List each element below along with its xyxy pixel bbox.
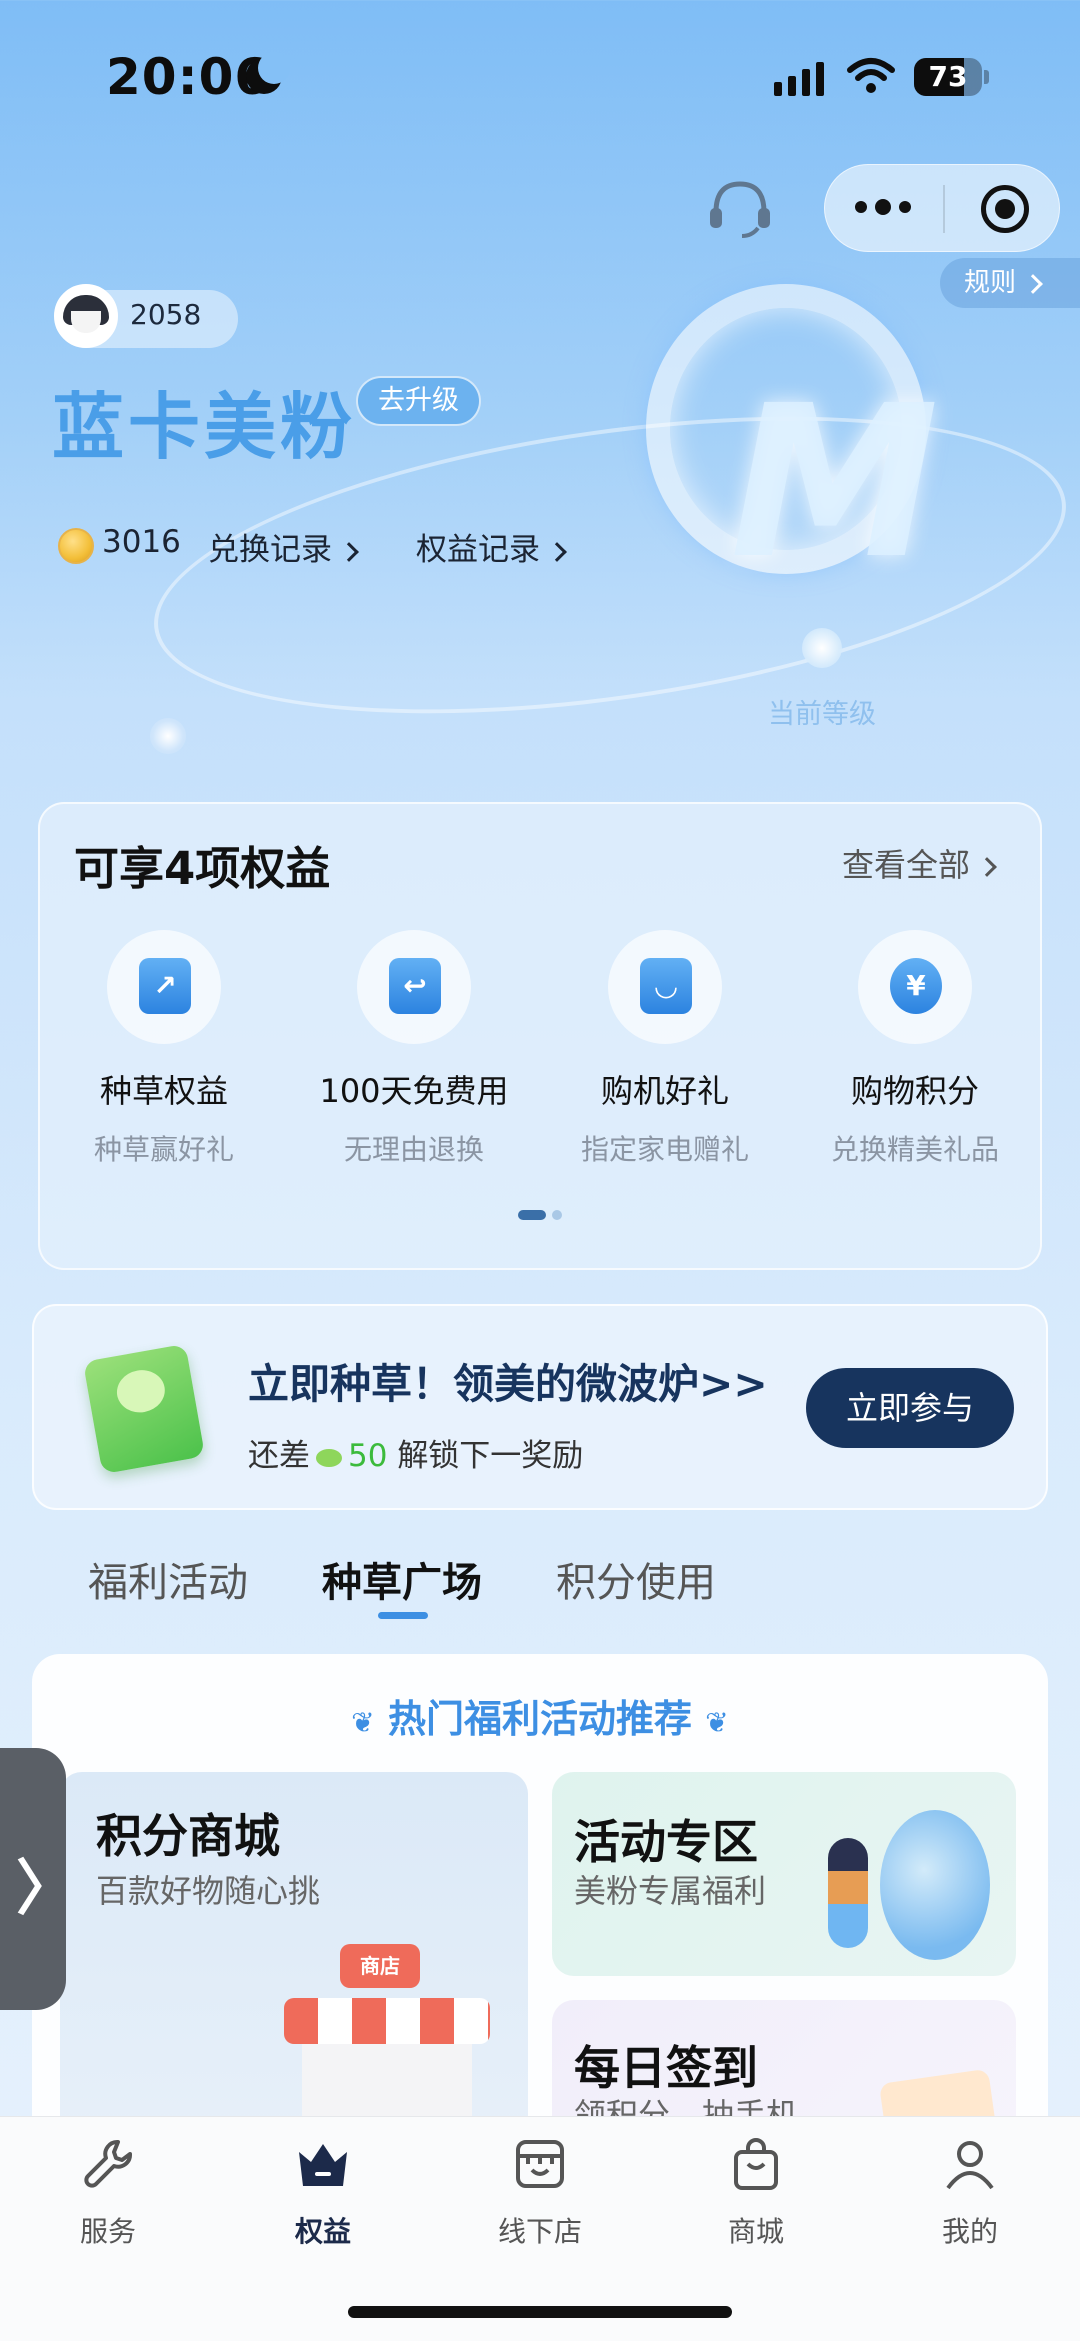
benefit-item-purchase-gift[interactable]: ◡ 购机好礼 指定家电赠礼 — [540, 930, 790, 1168]
tab-welfare[interactable]: 福利活动 — [88, 1550, 248, 1608]
side-expand-handle[interactable]: 〉 — [0, 1748, 76, 2010]
home-indicator — [348, 2306, 732, 2318]
view-all-label: 查看全部 — [842, 846, 971, 884]
battery-percent: 73 — [928, 60, 968, 93]
benefit-desc: 指定家电赠礼 — [580, 1133, 749, 1166]
seed-card-icon — [82, 1343, 206, 1475]
nav-service[interactable]: 服务 — [38, 2134, 178, 2250]
benefit-name: 购物积分 — [850, 1072, 979, 1110]
close-target-icon[interactable] — [981, 185, 1029, 233]
benefit-item-shopping-points[interactable]: ¥ 购物积分 兑换精美礼品 — [790, 930, 1040, 1168]
nav-mall[interactable]: 商城 — [686, 2134, 826, 2250]
promo-sub-value: 50 — [348, 1438, 388, 1474]
coin-icon — [58, 528, 94, 564]
page-dot-active — [518, 1210, 546, 1220]
chevron-right-icon — [1023, 273, 1043, 294]
moon-icon — [246, 52, 290, 94]
bag-icon — [734, 2138, 778, 2190]
more-icon[interactable] — [855, 199, 911, 215]
benefit-record-label: 权益记录 — [416, 532, 540, 568]
benefit-desc: 无理由退换 — [343, 1133, 484, 1166]
view-all-link[interactable]: 查看全部 — [842, 840, 997, 886]
page-dot — [552, 1210, 562, 1220]
chevron-right-icon: 〉 — [16, 1854, 76, 1924]
capsule-divider — [943, 185, 945, 233]
return-box-icon: ↩ — [357, 930, 471, 1044]
benefit-desc: 种草赢好礼 — [93, 1133, 234, 1166]
promo-sub-prefix: 还差 — [248, 1438, 310, 1474]
promo-title: 立即种草！领美的微波炉>> — [248, 1360, 768, 1408]
customer-service-icon[interactable] — [706, 178, 774, 240]
store-icon — [516, 2140, 564, 2188]
user-id: 2058 — [130, 298, 202, 331]
nav-mine[interactable]: 我的 — [900, 2134, 1040, 2250]
tile-title: 活动专区 — [574, 1815, 758, 1869]
promo-sub-suffix: 解锁下一奖励 — [397, 1438, 584, 1474]
sprout-icon — [316, 1448, 342, 1467]
battery-tip — [984, 70, 989, 84]
level-emblem-icon: M — [730, 360, 939, 605]
join-now-button[interactable]: 立即参与 — [806, 1368, 1014, 1448]
battery-icon: 73 — [914, 58, 982, 96]
crown-icon — [299, 2144, 347, 2186]
benefit-record-link[interactable]: 权益记录 — [416, 524, 567, 569]
rules-button[interactable]: 规则 — [940, 258, 1080, 308]
store-illustration: 商店 — [284, 1944, 490, 2134]
tile-title: 每日签到 — [574, 2041, 758, 2095]
page-indicator — [518, 1210, 562, 1220]
nav-label: 线下店 — [497, 2215, 582, 2248]
benefit-desc: 兑换精美礼品 — [830, 1133, 999, 1166]
flag-chart-icon: ↗ — [107, 930, 221, 1044]
exchange-record-link[interactable]: 兑换记录 — [208, 524, 359, 569]
chevron-right-icon — [339, 541, 359, 562]
nav-label: 商城 — [727, 2215, 784, 2248]
laurel-left-icon: ❦ — [351, 1706, 375, 1739]
laurel-right-icon: ❦ — [705, 1706, 729, 1739]
level-orb — [150, 718, 186, 754]
signal-icon — [774, 60, 824, 96]
tile-subtitle: 美粉专属福利 — [574, 1872, 767, 1910]
tab-seeding-square[interactable]: 种草广场 — [322, 1550, 482, 1608]
tile-title: 积分商城 — [96, 1809, 280, 1863]
nav-offline-store[interactable]: 线下店 — [470, 2134, 610, 2250]
upgrade-button[interactable]: 去升级 — [356, 376, 481, 426]
nav-benefits[interactable]: 权益 — [253, 2134, 393, 2250]
benefit-item-free-trial[interactable]: ↩ 100天免费用 无理由退换 — [289, 930, 539, 1168]
current-level-orb — [802, 628, 842, 668]
tile-subtitle: 百款好物随心挑 — [96, 1872, 321, 1910]
rules-label: 规则 — [964, 268, 1017, 298]
nav-label: 我的 — [941, 2215, 998, 2248]
avatar[interactable] — [54, 284, 118, 348]
points-value: 3016 — [102, 524, 181, 560]
wrench-icon — [84, 2140, 132, 2188]
current-level-label: 当前等级 — [768, 699, 876, 730]
benefit-name: 购机好礼 — [600, 1072, 729, 1110]
hot-activities-title: ❦ 热门福利活动推荐 ❦ — [0, 1688, 1080, 1743]
shopping-bag-icon: ◡ — [608, 930, 722, 1044]
chevron-right-icon — [977, 857, 997, 877]
store-sign: 商店 — [340, 1944, 420, 1988]
hot-activities-label: 热门福利活动推荐 — [387, 1697, 692, 1741]
benefits-title: 可享4项权益 — [74, 842, 331, 895]
wifi-icon — [847, 58, 895, 93]
benefit-item-seeding[interactable]: ↗ 种草权益 种草赢好礼 — [39, 930, 289, 1168]
benefit-name: 种草权益 — [99, 1072, 228, 1110]
promo-subtitle: 还差 50 解锁下一奖励 — [248, 1430, 583, 1475]
exchange-record-label: 兑换记录 — [208, 532, 332, 568]
nav-label: 权益 — [294, 2215, 351, 2248]
member-tier: 蓝卡美粉 — [52, 385, 357, 469]
nav-label: 服务 — [79, 2215, 136, 2248]
yen-badge-icon: ¥ — [858, 930, 972, 1044]
person-icon — [946, 2141, 994, 2190]
portal-globe-illustration — [880, 1810, 990, 1960]
mini-program-capsule — [824, 164, 1060, 252]
running-girl-illustration — [828, 1838, 868, 1948]
benefit-name: 100天免费用 — [319, 1072, 509, 1110]
tab-points-usage[interactable]: 积分使用 — [556, 1550, 716, 1608]
active-tab-indicator — [378, 1612, 428, 1619]
chevron-right-icon — [547, 541, 567, 562]
